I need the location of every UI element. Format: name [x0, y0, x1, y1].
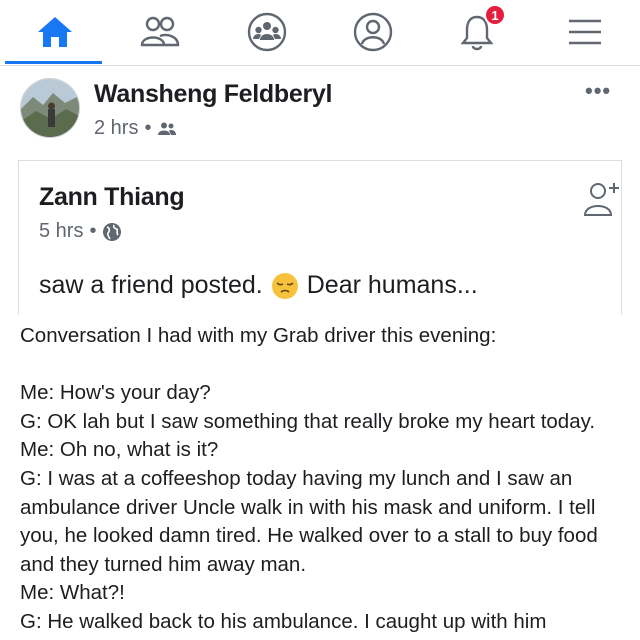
menu-icon: [569, 19, 601, 45]
add-friend-icon: [583, 183, 619, 216]
nav-home[interactable]: [10, 0, 100, 64]
avatar-photo: [21, 79, 79, 137]
post-meta: 2 hrs •: [94, 117, 177, 140]
shared-text-after: Dear humans...: [306, 271, 478, 299]
shared-post-author-name[interactable]: Zann Thiang: [39, 183, 185, 212]
friends-audience-icon: [158, 122, 177, 135]
body-line: Me: Oh no, what is it?: [20, 438, 219, 462]
shared-post-meta: 5 hrs •: [39, 220, 122, 243]
shared-post-card[interactable]: Zann Thiang 5 hrs • saw a friend posted.…: [18, 160, 622, 315]
post-body-text: Conversation I had with my Grab driver t…: [20, 322, 630, 637]
body-line: Me: How's your day?: [20, 381, 211, 405]
groups-icon: [247, 12, 287, 52]
pensive-face-emoji: [271, 272, 298, 299]
shared-post-timestamp[interactable]: 5 hrs: [39, 220, 83, 243]
post-more-options[interactable]: •••: [585, 78, 611, 104]
friends-icon: [140, 16, 180, 47]
nav-friends[interactable]: [115, 0, 205, 64]
top-navigation-bar: 1: [0, 0, 640, 66]
home-icon: [38, 17, 72, 47]
meta-separator: •: [89, 220, 97, 242]
globe-icon: [103, 222, 122, 241]
nav-groups[interactable]: [222, 0, 312, 64]
shared-text-before: saw a friend posted.: [39, 271, 263, 299]
post-timestamp[interactable]: 2 hrs: [94, 117, 138, 140]
profile-icon: [353, 12, 393, 52]
meta-separator: •: [144, 117, 152, 139]
notification-badge: 1: [484, 4, 506, 26]
nav-notifications[interactable]: 1: [432, 0, 522, 64]
body-line: G: OK lah but I saw something that reall…: [20, 409, 596, 433]
body-line: Conversation I had with my Grab driver t…: [20, 324, 497, 347]
body-line: G: He walked back to his ambulance. I ca…: [20, 609, 547, 633]
body-line: G: I was at a coffeeshop today having my…: [20, 466, 604, 576]
body-line: [20, 351, 630, 380]
nav-menu[interactable]: [540, 0, 630, 64]
add-friend-button[interactable]: [581, 179, 623, 224]
post-author-name[interactable]: Wansheng Feldberyl: [94, 80, 332, 109]
body-line: Me: What?!: [20, 581, 125, 605]
author-avatar[interactable]: [20, 78, 80, 138]
nav-active-indicator: [5, 61, 102, 64]
nav-profile[interactable]: [328, 0, 418, 64]
shared-post-text: saw a friend posted. Dear humans...: [39, 271, 478, 300]
